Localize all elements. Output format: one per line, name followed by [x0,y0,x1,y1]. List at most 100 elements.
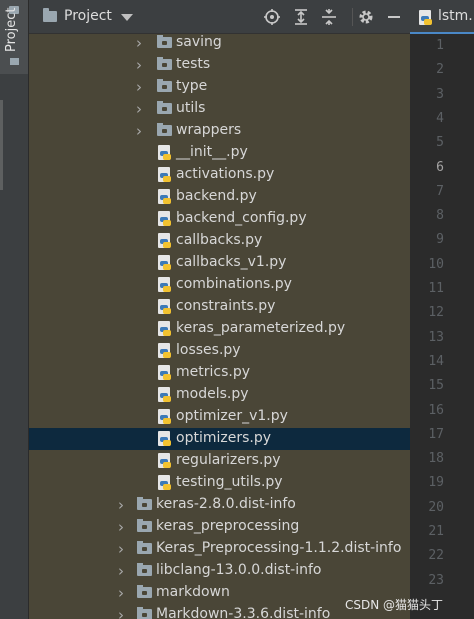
expand-all-icon[interactable] [292,8,310,26]
tree-node-label: backend.py [176,188,257,204]
python-file-icon [158,145,172,161]
tree-node-label: tests [176,56,211,72]
file-node[interactable]: backend_config.py [29,208,410,230]
folder-node[interactable]: › tests [29,54,410,76]
chevron-down-icon[interactable] [121,14,133,21]
collapse-all-icon[interactable] [320,8,338,26]
python-file-icon [158,453,172,469]
file-node[interactable]: metrics.py [29,362,410,384]
line-number: 23 [428,572,444,588]
python-file-icon [158,343,172,359]
chevron-right-icon[interactable]: › [118,542,130,557]
tree-node-label: utils [176,100,206,116]
project-tool-tab[interactable]: Project [0,0,28,74]
tree-node-label: markdown [156,584,230,600]
file-node[interactable]: optimizers.py [29,428,410,450]
file-node[interactable]: backend.py [29,186,410,208]
file-node[interactable]: testing_utils.py [29,472,410,494]
folder-icon [157,57,172,70]
line-number: 17 [428,426,444,442]
strip-edge-highlight [0,100,3,190]
folder-node[interactable]: › keras_preprocessing [29,516,410,538]
folder-icon [137,497,152,510]
folder-icon [137,541,152,554]
file-node[interactable]: constraints.py [29,296,410,318]
structure-icon[interactable] [10,58,19,65]
line-number: 18 [428,451,444,467]
python-file-icon [158,167,172,183]
watermark: CSDN @猫猫头丁 [345,598,444,612]
line-number: 3 [436,86,444,102]
chevron-right-icon[interactable]: › [136,58,148,73]
file-node[interactable]: activations.py [29,164,410,186]
folder-node[interactable]: › Keras_Preprocessing-1.1.2.dist-info [29,538,410,560]
line-number: 15 [428,378,444,394]
line-number: 6 [436,159,444,175]
editor-tab[interactable]: lstm.p [410,0,474,34]
folder-node[interactable]: › saving [29,34,410,54]
tree-node-label: __init__.py [176,144,248,160]
tree-node-label: regularizers.py [176,452,281,468]
python-file-icon [158,431,172,447]
line-number: 10 [428,256,444,272]
chevron-right-icon[interactable]: › [118,564,130,579]
file-node[interactable]: callbacks_v1.py [29,252,410,274]
file-node[interactable]: losses.py [29,340,410,362]
project-tree[interactable]: › saving › tests › type › utils › wrappers __init_… [29,34,410,619]
python-file-icon [158,321,172,337]
tree-node-label: callbacks_v1.py [176,254,287,270]
folder-node[interactable]: › utils [29,98,410,120]
file-node[interactable]: keras_parameterized.py [29,318,410,340]
chevron-right-icon[interactable]: › [118,520,130,535]
file-node[interactable]: callbacks.py [29,230,410,252]
file-node[interactable]: combinations.py [29,274,410,296]
hide-icon[interactable] [385,8,403,26]
tree-node-label: optimizers.py [176,430,271,446]
chevron-right-icon[interactable]: › [118,586,130,601]
python-file-icon [419,10,433,26]
locate-icon[interactable] [263,8,281,26]
file-node[interactable]: regularizers.py [29,450,410,472]
line-number: 21 [428,524,444,539]
folder-node[interactable]: › wrappers [29,120,410,142]
line-number: 5 [436,135,444,151]
tree-node-label: type [176,78,208,94]
chevron-right-icon[interactable]: › [118,608,130,619]
folder-node[interactable]: › keras-2.8.0.dist-info [29,494,410,516]
folder-icon [43,8,57,22]
line-number: 19 [428,475,444,491]
project-view-title[interactable]: Project [64,8,112,24]
tree-node-label: Markdown-3.3.6.dist-info [156,606,331,619]
python-file-icon [158,409,172,425]
chevron-right-icon[interactable]: › [136,80,148,95]
chevron-right-icon[interactable]: › [136,124,148,139]
tree-node-label: metrics.py [176,364,250,380]
python-file-icon [158,211,172,227]
folder-node[interactable]: › type [29,76,410,98]
chevron-right-icon[interactable]: › [136,36,148,51]
chevron-right-icon[interactable]: › [136,102,148,117]
chevron-right-icon[interactable]: › [118,498,130,513]
file-node[interactable]: optimizer_v1.py [29,406,410,428]
tree-node-label: backend_config.py [176,210,307,226]
line-number: 13 [428,329,444,345]
gear-icon[interactable] [357,8,375,26]
tree-node-label: testing_utils.py [176,474,283,490]
line-number: 12 [428,305,444,321]
file-node[interactable]: __init__.py [29,142,410,164]
project-tool-label: Project [4,7,19,52]
file-node[interactable]: models.py [29,384,410,406]
folder-node[interactable]: › libclang-13.0.0.dist-info [29,560,410,582]
tree-node-label: callbacks.py [176,232,263,248]
python-file-icon [158,365,172,381]
tree-node-label: saving [176,34,222,50]
tree-node-label: Keras_Preprocessing-1.1.2.dist-info [156,540,402,556]
editor-tab-label: lstm.p [438,8,474,24]
python-file-icon [158,277,172,293]
tree-node-label: models.py [176,386,249,402]
folder-icon [137,519,152,532]
folder-icon [137,585,152,598]
line-number: 11 [428,281,444,296]
project-toolbar: Project [29,0,410,34]
python-file-icon [158,475,172,491]
